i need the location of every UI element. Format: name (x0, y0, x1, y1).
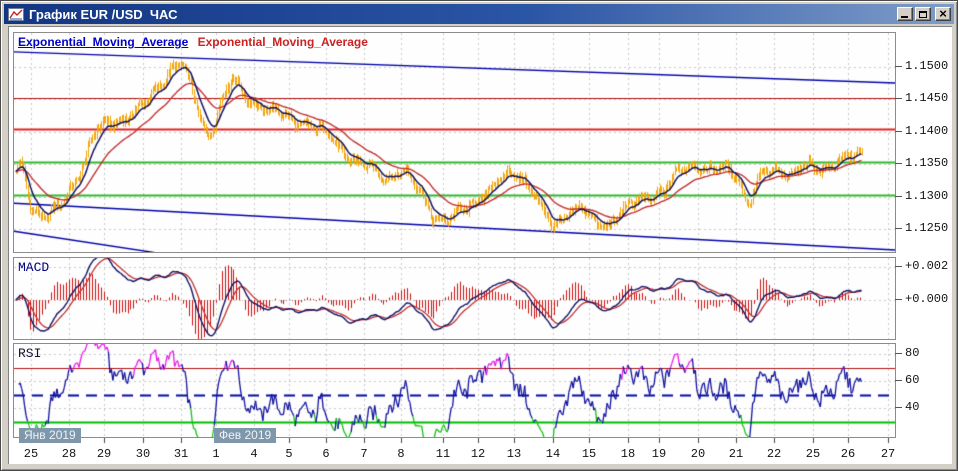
time-axis-label: 26 (841, 447, 855, 461)
legend-ema-slow: Exponential_Moving_Average (198, 35, 368, 49)
ema-legend: Exponential_Moving_Average Exponential_M… (18, 35, 368, 49)
price-axis-label: 1.1250 (905, 221, 948, 235)
window-title: График EUR /USD ЧАС (29, 7, 897, 22)
time-axis-label: 14 (546, 447, 560, 461)
macd-axis-label: +0.000 (905, 292, 948, 306)
time-axis-label: 8 (397, 447, 404, 461)
price-axis-label: 1.1300 (905, 189, 948, 203)
macd-label: MACD (18, 260, 49, 275)
month-badge: Янв 2019 (19, 428, 81, 443)
rsi-axis-label: 80 (905, 346, 919, 360)
price-chart-panel: Exponential_Moving_Average Exponential_M… (13, 32, 896, 253)
time-axis-label: 1 (212, 447, 219, 461)
rsi-axis-label: 40 (905, 400, 919, 414)
time-axis-label: 15 (582, 447, 596, 461)
close-icon (939, 9, 947, 19)
minimize-icon (901, 16, 908, 18)
rsi-label: RSI (18, 346, 41, 361)
time-axis-label: 11 (436, 447, 450, 461)
maximize-icon (919, 11, 927, 18)
time-axis-label: 25 (24, 447, 38, 461)
time-axis-label: 28 (62, 447, 76, 461)
rsi-canvas[interactable] (14, 344, 895, 437)
price-axis-label: 1.1350 (905, 156, 948, 170)
line-chart-icon[interactable] (8, 8, 24, 21)
maximize-button[interactable] (915, 7, 931, 21)
window-controls (897, 7, 951, 21)
price-axis-label: 1.1500 (905, 59, 948, 73)
time-axis-label: 6 (322, 447, 329, 461)
month-badge: Фев 2019 (214, 428, 276, 443)
time-axis-label: 30 (136, 447, 150, 461)
time-axis-label: 7 (360, 447, 367, 461)
time-axis-label: 27 (881, 447, 895, 461)
macd-panel: MACD (13, 257, 896, 340)
time-axis-label: 31 (174, 447, 188, 461)
time-axis-label: 25 (806, 447, 820, 461)
time-axis-label: 13 (507, 447, 521, 461)
time-axis-label: 29 (97, 447, 111, 461)
rsi-axis-label: 60 (905, 373, 919, 387)
time-axis-label: 12 (471, 447, 485, 461)
chart-window: График EUR /USD ЧАС Exponential_Moving_A… (0, 0, 958, 471)
macd-axis-label: +0.002 (905, 259, 948, 273)
close-button[interactable] (935, 7, 951, 21)
time-axis-label: 5 (285, 447, 292, 461)
titlebar[interactable]: График EUR /USD ЧАС (4, 4, 954, 24)
time-axis-ticks (14, 438, 895, 444)
time-axis-label: 22 (767, 447, 781, 461)
macd-canvas[interactable] (14, 258, 895, 339)
legend-ema-fast: Exponential_Moving_Average (18, 35, 188, 49)
time-axis-label: 18 (621, 447, 635, 461)
time-axis-label: 21 (729, 447, 743, 461)
time-axis-label: 20 (691, 447, 705, 461)
rsi-panel: RSI (13, 343, 896, 438)
time-axis-label: 19 (652, 447, 666, 461)
time-axis-label: 4 (250, 447, 257, 461)
price-chart-canvas[interactable] (14, 33, 895, 252)
price-axis-label: 1.1450 (905, 91, 948, 105)
price-axis-label: 1.1400 (905, 124, 948, 138)
minimize-button[interactable] (897, 7, 913, 21)
